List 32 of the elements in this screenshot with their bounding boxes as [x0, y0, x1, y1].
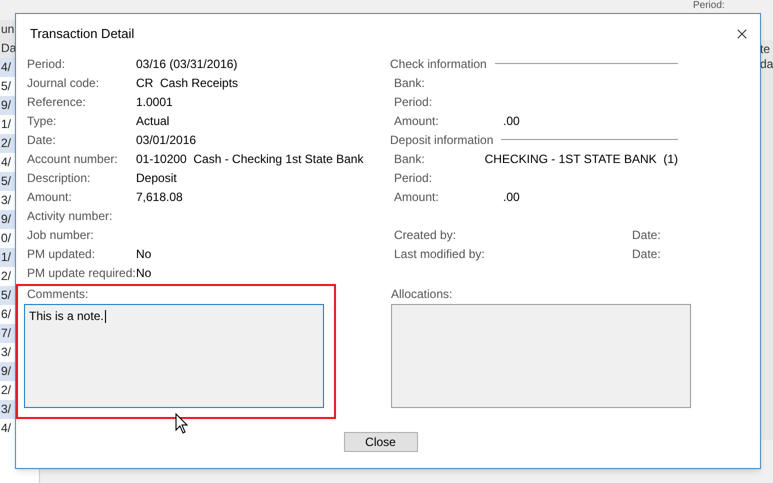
field-label: Amount:: [394, 188, 440, 206]
field-value: 7,618.08: [136, 188, 183, 206]
field-label: Date:: [632, 246, 661, 262]
field-label: Period:: [394, 94, 434, 110]
field-label: Created by:: [394, 226, 458, 244]
background-label: da: [760, 56, 773, 73]
field-value: 03/01/2016: [136, 132, 196, 148]
field-value: 03/16 (03/31/2016): [136, 56, 238, 72]
field-label: Period:: [394, 170, 434, 186]
field-value: No: [136, 264, 152, 282]
close-button[interactable]: Close: [344, 432, 418, 452]
mouse-pointer-icon: [175, 413, 189, 435]
field-value: Actual: [136, 112, 170, 130]
field-label: Bank:: [394, 150, 426, 168]
field-label: Bank:: [394, 74, 426, 92]
field-value: 01-10200 Cash - Checking 1st State Bank: [136, 150, 364, 168]
field-value: No: [136, 246, 152, 262]
field-label: Last modified by:: [394, 246, 486, 262]
field-value: .00: [503, 188, 520, 206]
background-label: Period:: [693, 0, 725, 12]
section-heading: Deposit information: [390, 132, 494, 148]
field-value: CHECKING - 1ST STATE BANK (1): [484, 150, 678, 168]
field-value: .00: [503, 112, 520, 130]
field-value: 1.0001: [136, 94, 173, 110]
field-label: Amount:: [394, 112, 440, 130]
section-heading: Check information: [390, 56, 488, 72]
field-value: Deposit: [136, 170, 177, 186]
field-label: Allocations:: [391, 286, 454, 303]
comments-field[interactable]: This is a note.: [24, 304, 324, 408]
field-label: Date:: [632, 226, 661, 244]
field-value: CR Cash Receipts: [136, 74, 238, 92]
background-label: te: [760, 41, 770, 58]
